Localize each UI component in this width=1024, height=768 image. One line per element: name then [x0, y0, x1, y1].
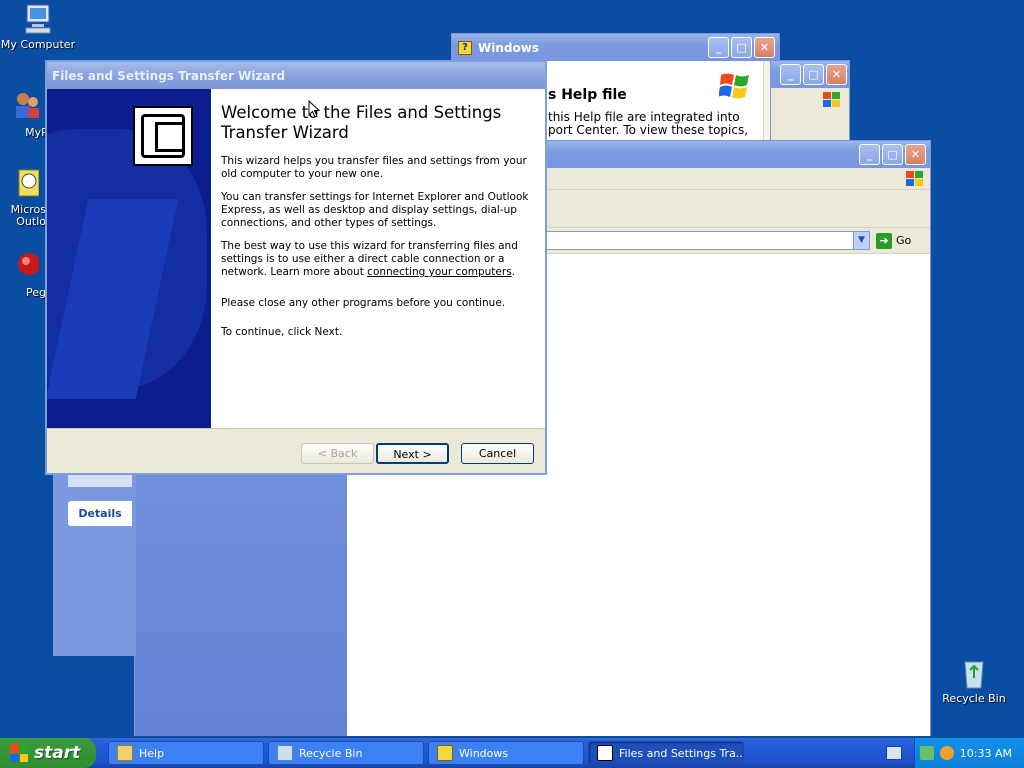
wizard-paragraph: The best way to use this wizard for tran… [221, 240, 518, 278]
minimize-button[interactable]: _ [708, 37, 729, 58]
maximize-button[interactable]: □ [803, 64, 824, 85]
desktop-icon-label: My Computer [0, 38, 76, 51]
pegasus-icon [5, 250, 40, 284]
title-bar[interactable]: ? Windows _ □ ✕ [452, 34, 779, 61]
taskbar-button-transfer-wizard[interactable]: Files and Settings Tra... [588, 741, 744, 765]
recycle-bin-icon [957, 656, 991, 690]
folder-icon [117, 745, 133, 761]
chevron-down-icon[interactable]: ▼ [853, 232, 869, 249]
taskbar-button-recycle-bin[interactable]: Recycle Bin [268, 741, 424, 765]
clock[interactable]: 10:33 AM [960, 747, 1012, 760]
next-button[interactable]: Next > [376, 443, 449, 464]
wizard-paragraph: To continue, click Next. [221, 326, 343, 338]
taskbar: start Help Recycle Bin Windows Files and… [0, 738, 1024, 768]
computer-icon [21, 2, 55, 36]
help-icon [437, 745, 453, 761]
windows-logo-icon [906, 170, 924, 188]
help-heading: s Help file [548, 87, 627, 103]
desktop-icon-label: Micros Outlo [10, 204, 46, 228]
title-bar[interactable]: Files and Settings Transfer Wizard [47, 62, 545, 89]
transfer-wizard-icon [597, 745, 613, 761]
start-button[interactable]: start [0, 738, 96, 768]
window-title: Windows [478, 40, 539, 55]
wizard-paragraph: You can transfer settings for Internet E… [221, 191, 529, 229]
transfer-wizard-window[interactable]: Files and Settings Transfer Wizard Welco… [45, 60, 547, 475]
wizard-heading: Welcome to the Files and Settings Transf… [221, 103, 502, 142]
maximize-button[interactable]: □ [731, 37, 752, 58]
recycle-bin-icon [277, 745, 293, 761]
desktop-icon-outlook[interactable]: Micros Outlo [0, 168, 46, 228]
keyboard-icon[interactable] [886, 746, 902, 760]
title-bar[interactable]: _ □ ✕ [771, 61, 849, 88]
close-button[interactable]: ✕ [826, 64, 847, 85]
wizard-content: Welcome to the Files and Settings Transf… [211, 89, 545, 428]
people-icon [9, 90, 43, 124]
wizard-paragraph: This wizard helps you transfer files and… [221, 155, 527, 180]
connecting-computers-link[interactable]: connecting your computers [367, 266, 512, 278]
close-button[interactable]: ✕ [905, 144, 926, 165]
start-label: start [34, 743, 81, 763]
windows-logo-icon [823, 92, 841, 108]
mouse-cursor-icon [308, 99, 321, 122]
system-tray: 10:33 AM [914, 738, 1024, 768]
windows-flag-icon [10, 744, 28, 762]
window-title: Files and Settings Transfer Wizard [52, 68, 286, 83]
wizard-button-bar: < Back Next > Cancel [47, 428, 545, 473]
details-header[interactable]: Details [68, 501, 132, 526]
transfer-wizard-icon [133, 106, 193, 166]
taskbar-button-help[interactable]: Help [108, 741, 264, 765]
taskbar-button-windows[interactable]: Windows [428, 741, 584, 765]
minimize-button[interactable]: _ [859, 144, 880, 165]
details-panel-window: Details [53, 470, 136, 656]
help-window-secondary[interactable]: _ □ ✕ [770, 60, 850, 150]
desktop-icon-recycle-bin[interactable]: Recycle Bin [934, 656, 1014, 705]
maximize-button[interactable]: □ [882, 144, 903, 165]
help-text-line: port Center. To view these topics, [548, 123, 749, 137]
go-label: Go [896, 234, 912, 247]
desktop-icon-my-computer[interactable]: My Computer [0, 2, 78, 51]
desktop-icon-label: Recycle Bin [942, 692, 1006, 705]
windows-logo-icon [718, 71, 751, 101]
desktop-icon-peg[interactable]: Peg [0, 250, 46, 299]
cancel-button[interactable]: Cancel [461, 443, 534, 464]
close-button[interactable]: ✕ [754, 37, 775, 58]
outlook-icon [5, 168, 40, 202]
back-button[interactable]: < Back [301, 443, 374, 464]
network-icon[interactable] [919, 746, 934, 760]
wizard-side-banner [47, 89, 211, 428]
search-icon[interactable] [939, 746, 954, 760]
arrow-right-icon: ➜ [876, 232, 892, 249]
minimize-button[interactable]: _ [780, 64, 801, 85]
go-button[interactable]: ➜ Go [876, 231, 924, 250]
help-icon: ? [458, 40, 472, 55]
desktop-icon-label: Peg [26, 286, 46, 299]
wizard-paragraph: Please close any other programs before y… [221, 297, 506, 309]
